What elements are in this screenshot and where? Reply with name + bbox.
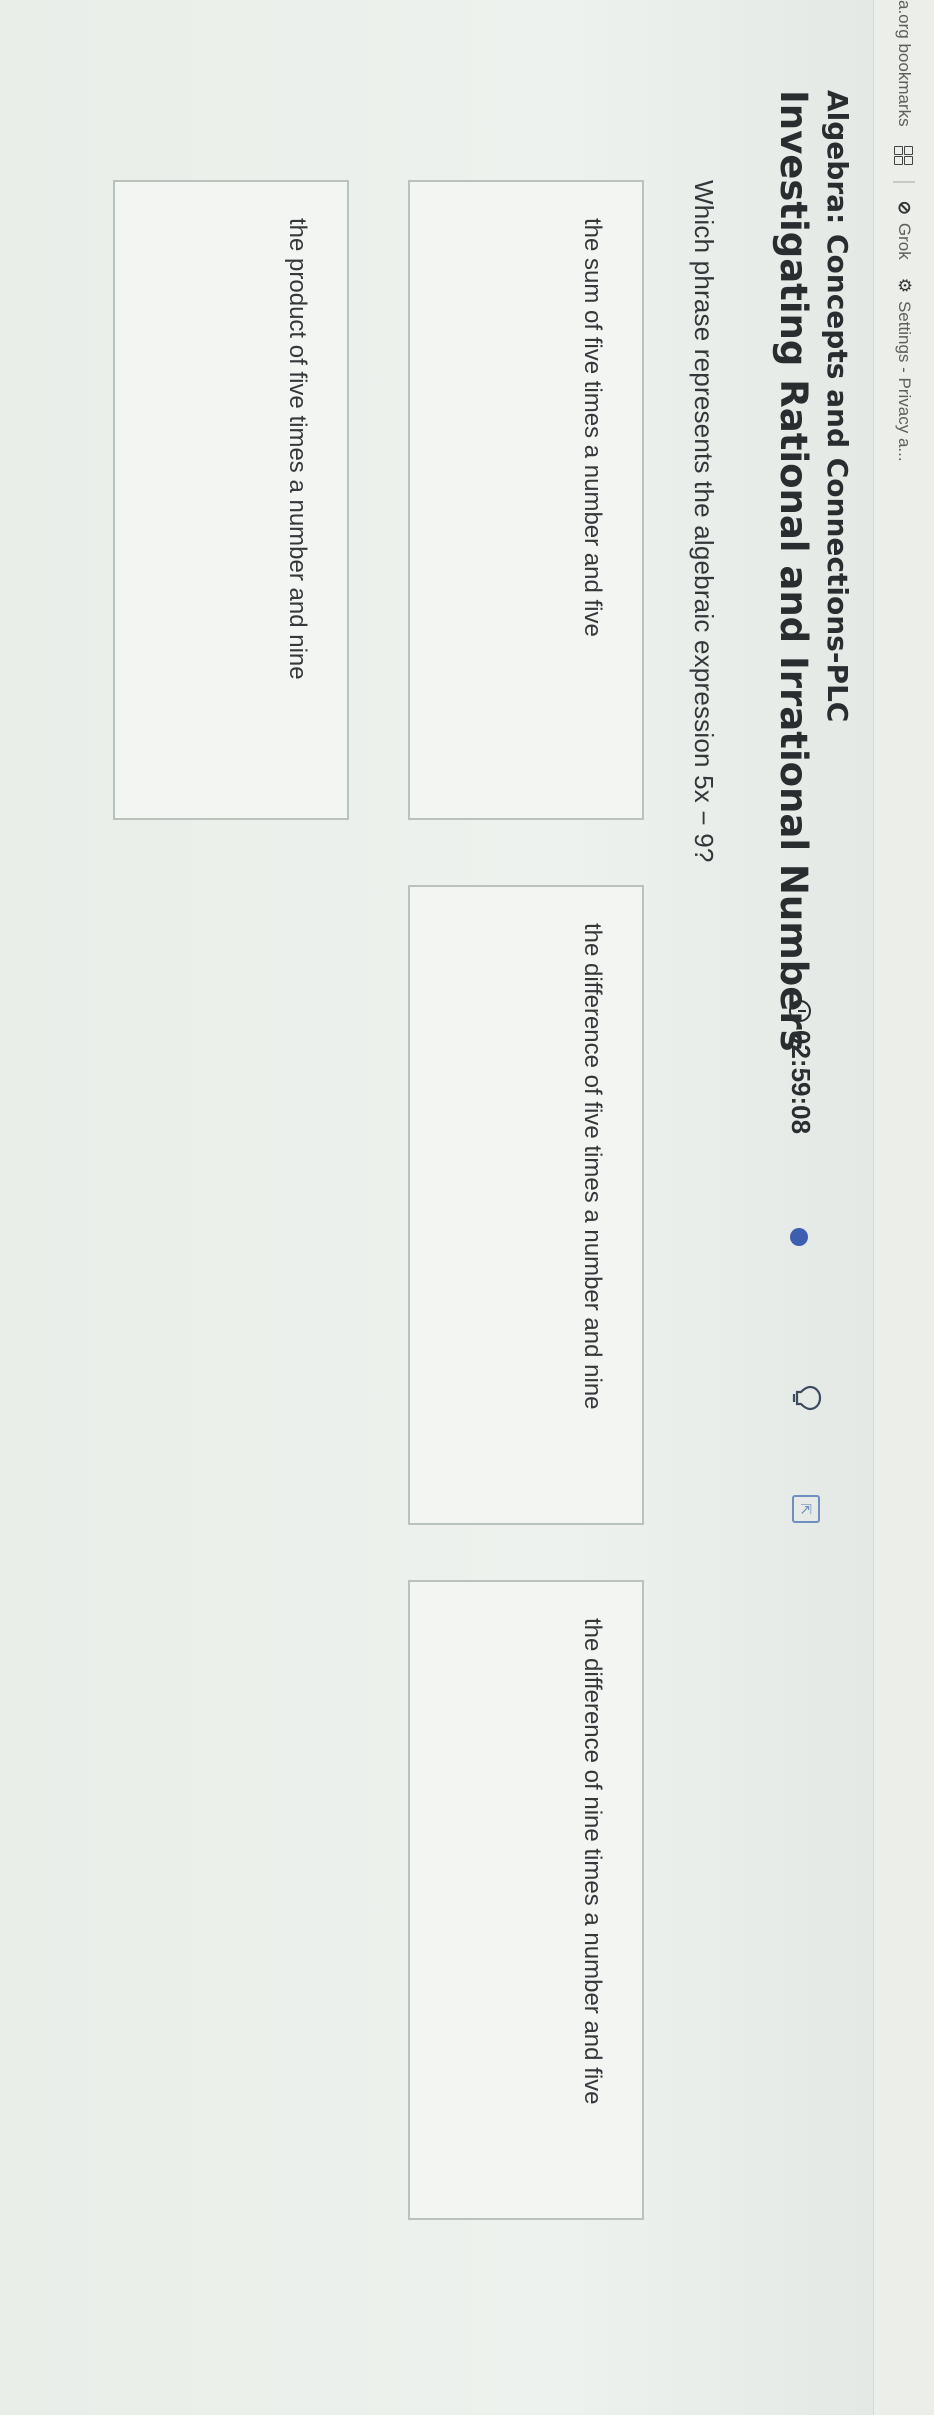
apps-grid-icon[interactable] [894, 145, 914, 165]
timer-toggle[interactable] [790, 1228, 808, 1246]
answer-option-text: the sum of five times a number and five [579, 218, 606, 637]
expand-icon[interactable]: ⇱ [792, 1495, 820, 1523]
quiz-screen: a.org bookmarks ⊘ Grok ⚙ Settings - Priv… [0, 0, 934, 2415]
answer-option[interactable]: the difference of five times a number an… [408, 885, 644, 1525]
gear-icon: ⚙ [895, 277, 914, 293]
answer-option[interactable]: the sum of five times a number and five [408, 180, 644, 820]
lesson-title: Investigating Rational and Irrational Nu… [772, 90, 815, 1052]
lesson-header: Algebra: Concepts and Connections-PLC In… [772, 90, 854, 2355]
lightbulb-icon[interactable] [790, 1385, 822, 1411]
answer-option-text: the difference of five times a number an… [579, 923, 606, 1410]
grok-icon: ⊘ [895, 200, 914, 215]
answer-option-text: the product of five times a number and n… [284, 218, 311, 680]
bookmark-item[interactable]: a.org bookmarks [894, 0, 914, 127]
timer-value: 02:59:08 [786, 1030, 816, 1135]
bookmark-item-settings[interactable]: ⚙ Settings - Privacy a... [894, 278, 914, 462]
clock-icon [789, 1000, 812, 1022]
bookmark-item-grok[interactable]: ⊘ Grok [894, 201, 914, 260]
answer-option-text: the difference of nine times a number an… [579, 1618, 606, 2105]
bookmark-separator [893, 180, 915, 183]
bookmarks-bar: a.org bookmarks ⊘ Grok ⚙ Settings - Priv… [873, 0, 934, 2415]
timer: 02:59:08 [785, 1000, 816, 1134]
answer-option[interactable]: the difference of nine times a number an… [408, 1580, 644, 2220]
course-title: Algebra: Concepts and Connections-PLC [821, 90, 854, 723]
answer-option[interactable]: the product of five times a number and n… [113, 180, 349, 820]
question-prompt: Which phrase represents the algebraic ex… [689, 180, 719, 863]
